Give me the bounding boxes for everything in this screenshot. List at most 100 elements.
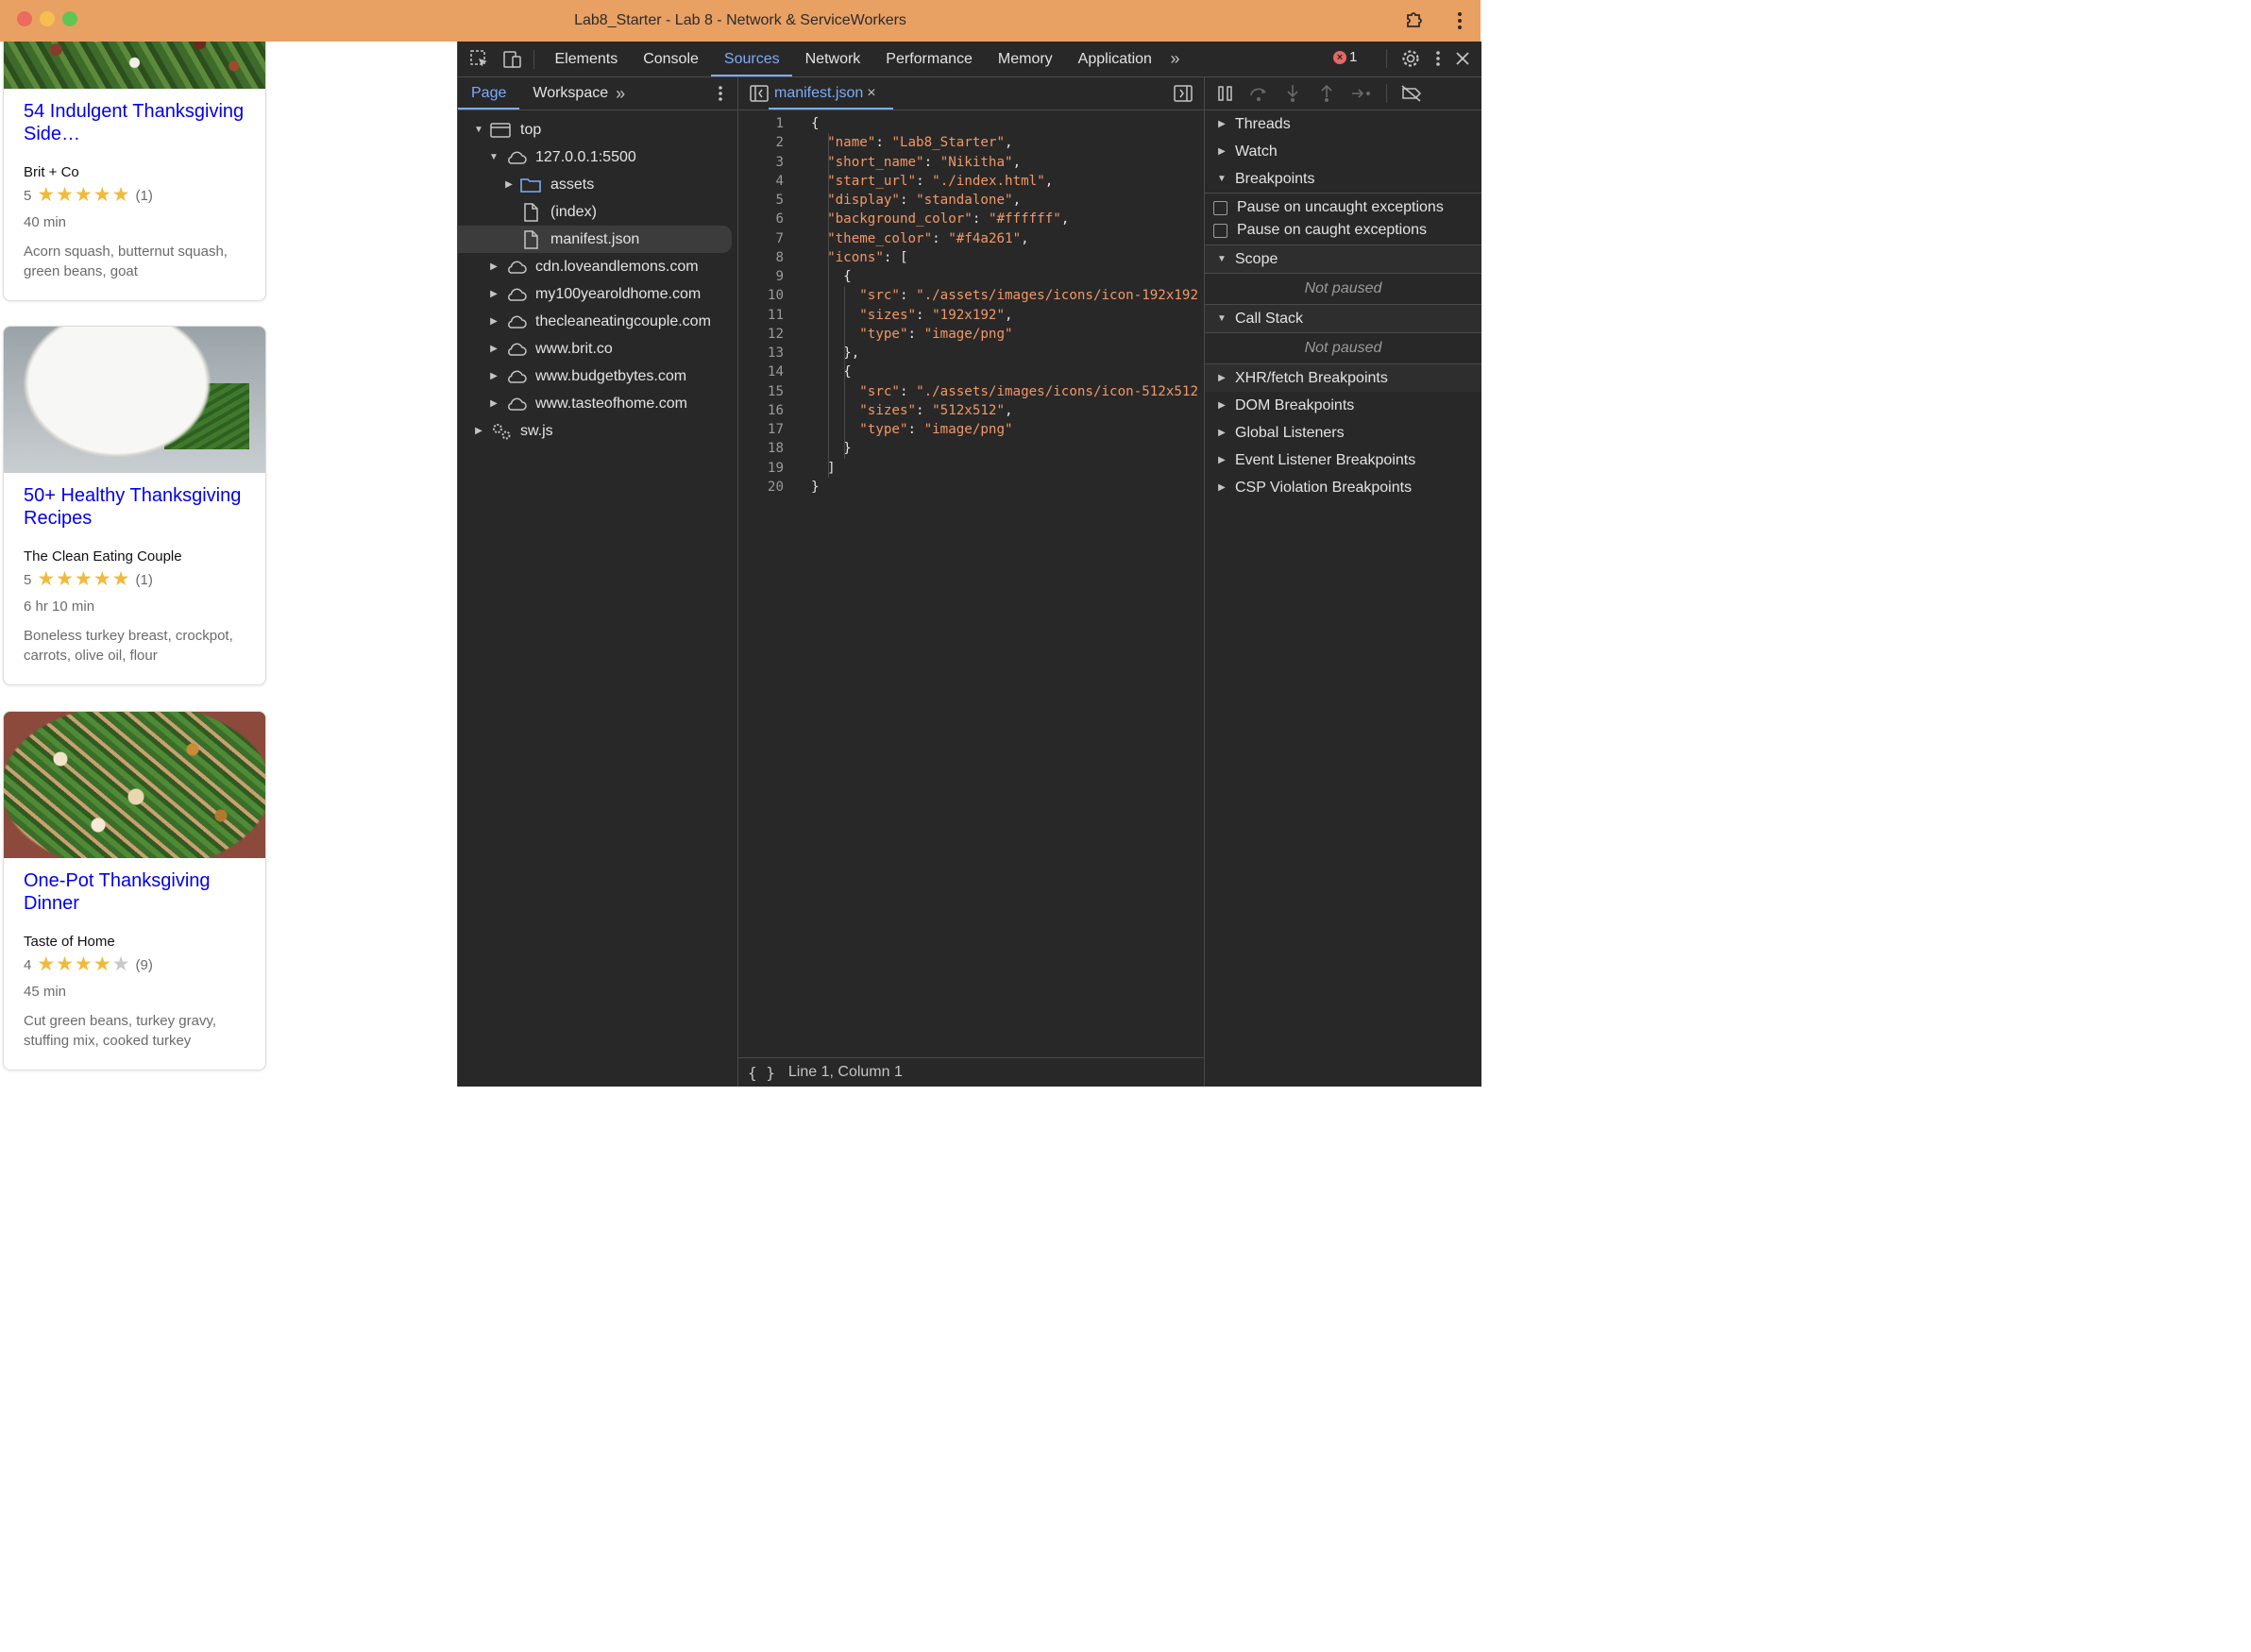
code-line[interactable]: 20} — [738, 478, 1204, 497]
expanded-arrow-icon[interactable]: ▼ — [488, 152, 499, 162]
maximize-window-button[interactable] — [62, 11, 77, 26]
line-number[interactable]: 12 — [738, 325, 811, 344]
section-csp-violation-breakpoints[interactable]: ▶ CSP Violation Breakpoints — [1205, 474, 1481, 501]
code-content[interactable]: 1{2 "name": "Lab8_Starter", 3 "short_name… — [738, 114, 1204, 497]
code-line[interactable]: 4 "start_url": "./index.html", — [738, 172, 1204, 191]
tree-item[interactable]: ▶ www.tasteofhome.com — [458, 390, 737, 417]
tree-item[interactable]: ▶ sw.js — [458, 417, 737, 445]
tree-item[interactable]: (index) — [458, 198, 737, 226]
toggle-debugger-icon[interactable] — [1174, 85, 1193, 102]
checkbox[interactable] — [1213, 223, 1227, 238]
collapsed-arrow-icon[interactable]: ▶ — [488, 316, 499, 327]
line-number[interactable]: 17 — [738, 420, 811, 439]
close-tab-icon[interactable]: × — [867, 85, 875, 101]
recipe-title[interactable]: 54 Indulgent Thanksgiving Side… — [24, 100, 245, 145]
line-number[interactable]: 5 — [738, 191, 811, 210]
recipe-title[interactable]: One-Pot Thanksgiving Dinner — [24, 869, 245, 915]
recipe-card[interactable]: One-Pot Thanksgiving Dinner Taste of Hom… — [3, 711, 266, 1070]
line-number[interactable]: 6 — [738, 210, 811, 228]
line-number[interactable]: 19 — [738, 459, 811, 478]
tab-sources[interactable]: Sources — [711, 42, 792, 76]
pause-uncaught-checkbox[interactable]: Pause on uncaught exceptions — [1205, 196, 1481, 219]
section-scope[interactable]: ▼ Scope — [1205, 244, 1481, 273]
code-line[interactable]: 18 } — [738, 439, 1204, 458]
more-tabs-icon[interactable]: » — [1170, 49, 1179, 69]
tree-item[interactable]: ▼ 127.0.0.1:5500 — [458, 143, 737, 171]
line-number[interactable]: 8 — [738, 248, 811, 267]
line-number[interactable]: 4 — [738, 172, 811, 191]
line-number[interactable]: 14 — [738, 362, 811, 381]
line-number[interactable]: 16 — [738, 401, 811, 420]
error-count-badge[interactable]: × 1 — [1333, 49, 1357, 65]
tree-item[interactable]: ▶ www.budgetbytes.com — [458, 362, 737, 390]
recipe-title[interactable]: 50+ Healthy Thanksgiving Recipes — [24, 484, 245, 530]
code-line[interactable]: 14 { — [738, 362, 1204, 381]
line-number[interactable]: 15 — [738, 382, 811, 401]
code-line[interactable]: 13 }, — [738, 344, 1204, 362]
tree-item[interactable]: ▶ assets — [458, 171, 737, 198]
collapsed-arrow-icon[interactable]: ▶ — [488, 344, 499, 354]
pause-icon[interactable] — [1216, 84, 1235, 103]
code-line[interactable]: 15 "src": "./assets/images/icons/icon-51… — [738, 382, 1204, 401]
collapsed-arrow-icon[interactable]: ▶ — [503, 179, 515, 190]
section-xhr-breakpoints[interactable]: ▶ XHR/fetch Breakpoints — [1205, 363, 1481, 392]
extensions-icon[interactable] — [1403, 9, 1426, 32]
more-vert-icon[interactable] — [1434, 49, 1442, 68]
step-out-icon[interactable] — [1316, 84, 1337, 103]
recipe-card[interactable]: 54 Indulgent Thanksgiving Side… Brit + C… — [3, 42, 266, 301]
line-number[interactable]: 11 — [738, 306, 811, 325]
section-global-listeners[interactable]: ▶ Global Listeners — [1205, 419, 1481, 447]
code-line[interactable]: 6 "background_color": "#ffffff", — [738, 210, 1204, 228]
section-call-stack[interactable]: ▼ Call Stack — [1205, 304, 1481, 332]
tree-item[interactable]: manifest.json — [458, 226, 732, 253]
code-line[interactable]: 9 { — [738, 267, 1204, 286]
step-icon[interactable] — [1350, 84, 1373, 103]
code-line[interactable]: 1{ — [738, 114, 1204, 133]
deactivate-breakpoints-icon[interactable] — [1400, 84, 1423, 103]
line-number[interactable]: 13 — [738, 344, 811, 362]
code-line[interactable]: 2 "name": "Lab8_Starter", — [738, 133, 1204, 152]
more-vert-icon[interactable] — [717, 85, 724, 102]
code-line[interactable]: 5 "display": "standalone", — [738, 191, 1204, 210]
step-into-icon[interactable] — [1282, 84, 1303, 103]
line-number[interactable]: 3 — [738, 153, 811, 172]
expanded-arrow-icon[interactable]: ▼ — [473, 125, 484, 135]
collapsed-arrow-icon[interactable]: ▶ — [473, 426, 484, 436]
pause-caught-checkbox[interactable]: Pause on caught exceptions — [1205, 219, 1481, 242]
section-threads[interactable]: ▶ Threads — [1205, 110, 1481, 138]
tree-item[interactable]: ▶ cdn.loveandlemons.com — [458, 253, 737, 280]
close-icon[interactable] — [1455, 51, 1470, 66]
line-number[interactable]: 20 — [738, 478, 811, 497]
line-number[interactable]: 1 — [738, 114, 811, 133]
code-line[interactable]: 12 "type": "image/png" — [738, 325, 1204, 344]
settings-gear-icon[interactable] — [1400, 48, 1421, 69]
tab-memory[interactable]: Memory — [985, 42, 1065, 76]
line-number[interactable]: 9 — [738, 267, 811, 286]
pretty-print-icon[interactable]: { } — [748, 1064, 775, 1082]
collapsed-arrow-icon[interactable]: ▶ — [488, 398, 499, 409]
close-window-button[interactable] — [17, 11, 32, 26]
step-over-icon[interactable] — [1248, 84, 1269, 103]
code-line[interactable]: 8 "icons": [ — [738, 248, 1204, 267]
collapsed-arrow-icon[interactable]: ▶ — [488, 371, 499, 381]
section-dom-breakpoints[interactable]: ▶ DOM Breakpoints — [1205, 392, 1481, 419]
line-number[interactable]: 10 — [738, 286, 811, 305]
code-line[interactable]: 10 "src": "./assets/images/icons/icon-19… — [738, 286, 1204, 305]
tab-console[interactable]: Console — [631, 42, 712, 76]
code-line[interactable]: 16 "sizes": "512x512", — [738, 401, 1204, 420]
code-line[interactable]: 7 "theme_color": "#f4a261", — [738, 229, 1204, 248]
toggle-navigator-icon[interactable] — [750, 85, 769, 102]
tab-performance[interactable]: Performance — [873, 42, 986, 76]
tab-elements[interactable]: Elements — [542, 42, 631, 76]
device-toolbar-icon[interactable] — [501, 49, 522, 70]
tree-item[interactable]: ▶ thecleaneatingcouple.com — [458, 308, 737, 335]
tree-item[interactable]: ▶ www.brit.co — [458, 335, 737, 362]
section-event-listener-breakpoints[interactable]: ▶ Event Listener Breakpoints — [1205, 447, 1481, 474]
collapsed-arrow-icon[interactable]: ▶ — [488, 261, 499, 272]
inspect-element-icon[interactable] — [469, 49, 490, 70]
more-vert-icon[interactable] — [1452, 9, 1467, 32]
editor-tab-manifest[interactable]: manifest.json × — [769, 77, 893, 110]
tab-application[interactable]: Application — [1065, 42, 1164, 76]
checkbox[interactable] — [1213, 200, 1227, 215]
tab-page[interactable]: Page — [458, 77, 520, 110]
